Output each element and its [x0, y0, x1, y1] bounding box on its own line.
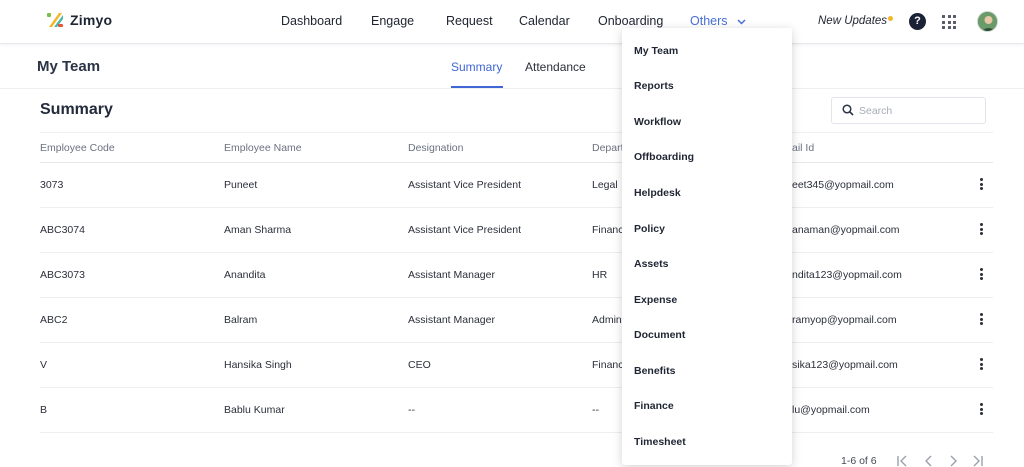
column-header-email[interactable]: ail Id: [792, 142, 814, 154]
cell-designation: Assistant Vice President: [408, 224, 522, 236]
cell-email: ramyop@yopmail.com: [792, 314, 897, 326]
table-row[interactable]: 3073 Puneet Assistant Vice President Leg…: [40, 163, 993, 208]
cell-employee-name: Balram: [224, 314, 258, 326]
new-updates-link[interactable]: New Updates: [818, 15, 894, 27]
brand-name: Zimyo: [70, 12, 113, 28]
column-header-department[interactable]: Depart: [592, 142, 624, 154]
cell-email: lu@yopmail.com: [792, 404, 870, 416]
cell-employee-code: ABC2: [40, 314, 68, 326]
table-header: Employee Code Employee Name Designation …: [40, 132, 993, 163]
cell-department: Financ: [592, 359, 624, 371]
menu-item-helpdesk[interactable]: Helpdesk: [634, 187, 681, 199]
column-header-employee-code[interactable]: Employee Code: [40, 142, 115, 154]
menu-item-policy[interactable]: Policy: [634, 223, 665, 235]
table-row[interactable]: ABC3074 Aman Sharma Assistant Vice Presi…: [40, 208, 993, 253]
menu-item-offboarding[interactable]: Offboarding: [634, 151, 694, 163]
menu-item-benefits[interactable]: Benefits: [634, 365, 675, 377]
table-row[interactable]: ABC3073 Anandita Assistant Manager HR nd…: [40, 253, 993, 298]
pagination-info: 1-6 of 6: [841, 455, 877, 467]
apps-grid-icon[interactable]: [942, 15, 956, 29]
cell-employee-name: Puneet: [224, 179, 258, 191]
active-tab-indicator: [451, 86, 503, 88]
nav-engage[interactable]: Engage: [371, 14, 414, 28]
row-menu-icon[interactable]: [978, 268, 984, 282]
page-header: My Team Summary Attendance: [0, 45, 1024, 89]
nav-request[interactable]: Request: [446, 14, 493, 28]
cell-employee-code: B: [40, 404, 48, 416]
menu-item-finance[interactable]: Finance: [634, 400, 674, 412]
row-menu-icon[interactable]: [978, 313, 984, 327]
row-menu-icon[interactable]: [978, 178, 984, 192]
nav-dashboard[interactable]: Dashboard: [281, 14, 342, 28]
menu-item-reports[interactable]: Reports: [634, 80, 674, 92]
cell-department: Admin: [592, 314, 622, 326]
search-box: [831, 97, 986, 124]
page-title: My Team: [37, 58, 101, 75]
cell-employee-code: 3073: [40, 179, 64, 191]
nav-onboarding[interactable]: Onboarding: [598, 14, 663, 28]
user-avatar-icon: [978, 12, 997, 31]
cell-employee-name: Anandita: [224, 269, 266, 281]
notification-dot: [888, 16, 894, 21]
nav-calendar[interactable]: Calendar: [519, 14, 570, 28]
next-page-icon[interactable]: [946, 454, 960, 467]
cell-employee-name: Aman Sharma: [224, 224, 292, 236]
previous-page-icon[interactable]: [922, 454, 936, 467]
menu-item-expense[interactable]: Expense: [634, 294, 677, 306]
cell-department: --: [592, 404, 599, 416]
first-page-icon[interactable]: [896, 454, 910, 467]
cell-department: Financ: [592, 224, 624, 236]
others-dropdown-menu: My Team Reports Workflow Offboarding Hel…: [622, 28, 792, 465]
row-menu-icon[interactable]: [978, 223, 984, 237]
search-input[interactable]: [859, 102, 979, 120]
cell-email: anaman@yopmail.com: [792, 224, 900, 236]
chevron-down-icon: [737, 19, 746, 25]
cell-employee-name: Bablu Kumar: [224, 404, 285, 416]
menu-item-workflow[interactable]: Workflow: [634, 116, 681, 128]
cell-designation: Assistant Vice President: [408, 179, 522, 191]
cell-department: HR: [592, 269, 608, 281]
nav-others[interactable]: Others: [690, 14, 746, 28]
cell-employee-code: ABC3073: [40, 269, 85, 281]
cell-designation: Assistant Manager: [408, 269, 495, 281]
cell-employee-code: V: [40, 359, 48, 371]
search-icon: [842, 104, 854, 116]
cell-email: ndita123@yopmail.com: [792, 269, 902, 281]
cell-designation: CEO: [408, 359, 431, 371]
table-row[interactable]: B Bablu Kumar -- -- lu@yopmail.com: [40, 388, 993, 433]
cell-employee-name: Hansika Singh: [224, 359, 292, 371]
help-icon[interactable]: ?: [909, 13, 926, 30]
table-row[interactable]: ABC2 Balram Assistant Manager Admin ramy…: [40, 298, 993, 343]
cell-employee-code: ABC3074: [40, 224, 85, 236]
table-row[interactable]: V Hansika Singh CEO Financ sika123@yopma…: [40, 343, 993, 388]
tab-attendance[interactable]: Attendance: [525, 60, 586, 74]
section-title: Summary: [40, 101, 113, 118]
cell-designation: Assistant Manager: [408, 314, 495, 326]
avatar[interactable]: [977, 11, 998, 32]
new-updates-label: New Updates: [818, 15, 888, 27]
column-header-designation[interactable]: Designation: [408, 142, 463, 154]
tab-summary[interactable]: Summary: [451, 60, 502, 74]
column-header-employee-name[interactable]: Employee Name: [224, 142, 302, 154]
menu-item-document[interactable]: Document: [634, 329, 685, 341]
cell-email: eet345@yopmail.com: [792, 179, 894, 191]
zimyo-logo-icon: [47, 13, 63, 27]
cell-designation: --: [408, 404, 415, 416]
cell-email: sika123@yopmail.com: [792, 359, 898, 371]
menu-item-timesheet[interactable]: Timesheet: [634, 436, 686, 448]
brand-logo[interactable]: Zimyo: [46, 11, 112, 29]
row-menu-icon[interactable]: [978, 403, 984, 417]
menu-item-my-team[interactable]: My Team: [634, 45, 678, 57]
last-page-icon[interactable]: [970, 454, 984, 467]
cell-department: Legal: [592, 179, 618, 191]
nav-others-label: Others: [690, 14, 728, 28]
row-menu-icon[interactable]: [978, 358, 984, 372]
top-navigation-bar: Zimyo Dashboard Engage Request Calendar …: [0, 0, 1024, 44]
menu-item-assets[interactable]: Assets: [634, 258, 668, 270]
